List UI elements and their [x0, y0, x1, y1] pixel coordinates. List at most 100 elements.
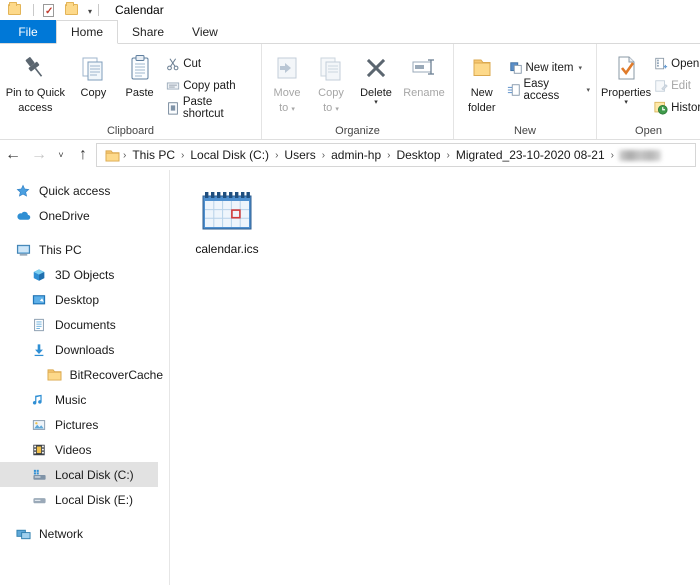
organize-group-label: Organize	[335, 125, 380, 137]
ribbon-group-new: New folder New item ▾ Easy access ▾ New	[454, 44, 597, 139]
properties-icon[interactable]: ✓	[43, 3, 57, 17]
properties-caret-icon[interactable]: ▾	[624, 99, 628, 106]
pin-to-quick-access-label-1: Pin to Quick	[5, 87, 66, 99]
new-item-button[interactable]: New item ▾	[506, 57, 597, 79]
easy-access-button[interactable]: Easy access ▾	[506, 78, 597, 102]
sidebar-item-music[interactable]: Music	[0, 387, 169, 412]
breadcrumb[interactable]: › This PC › Local Disk (C:) › Users › ad…	[96, 143, 696, 167]
properties-label: Properties	[601, 87, 652, 99]
sidebar-label: Downloads	[55, 342, 115, 357]
monitor-icon	[14, 243, 32, 257]
sidebar-label: Music	[55, 392, 87, 407]
properties-icon	[611, 52, 641, 84]
new-folder-label-1: New	[470, 87, 493, 99]
new-group-label: New	[513, 125, 536, 137]
breadcrumb-item-users[interactable]: Users	[279, 148, 320, 162]
easy-access-caret-icon[interactable]: ▾	[586, 86, 590, 94]
sidebar-item-local-disk-e[interactable]: Local Disk (E:)	[0, 487, 169, 512]
breadcrumb-item-desktop[interactable]: Desktop	[391, 148, 445, 162]
sidebar-item-quick-access[interactable]: Quick access	[0, 178, 169, 203]
rename-label: Rename	[403, 87, 445, 99]
copy-path-button[interactable]: Copy path	[163, 75, 261, 97]
sidebar-item-desktop[interactable]: Desktop	[0, 287, 169, 312]
new-folder-label-2: folder	[467, 102, 496, 114]
edit-button[interactable]: Edit	[651, 75, 700, 97]
paste-button[interactable]: Paste	[116, 48, 163, 99]
sidebar-item-downloads[interactable]: Downloads	[0, 337, 169, 362]
title-divider	[98, 4, 100, 16]
sidebar-label: Local Disk (E:)	[55, 492, 134, 507]
title-bar: ✓ ▾ Calendar	[0, 0, 700, 20]
copy-icon	[78, 52, 108, 84]
new-item-caret-icon[interactable]: ▾	[578, 64, 582, 72]
sidebar-item-pictures[interactable]: Pictures	[0, 412, 169, 437]
cube-icon	[30, 268, 48, 282]
delete-label: Delete	[360, 87, 392, 99]
new-folder-button[interactable]: New folder	[458, 48, 506, 114]
new-folder-icon[interactable]	[65, 2, 79, 17]
easy-access-label: Easy access	[523, 78, 560, 102]
copy-to-icon	[316, 52, 346, 84]
tab-share[interactable]: Share	[118, 20, 178, 43]
move-to-label-1: Move	[273, 87, 301, 99]
breadcrumb-item-migrated[interactable]: Migrated_23-10-2020 08-21	[451, 148, 610, 162]
new-small-commands: New item ▾ Easy access ▾	[506, 48, 597, 102]
delete-button[interactable]: Delete ▾	[353, 48, 399, 106]
calendar-file-icon	[201, 190, 253, 234]
tab-home[interactable]: Home	[56, 20, 119, 44]
breadcrumb-item-admin-hp[interactable]: admin-hp	[326, 148, 386, 162]
list-item[interactable]: calendar.ics	[178, 184, 276, 292]
navigation-pane: Quick access OneDrive This PC 3D Objects…	[0, 170, 170, 585]
video-icon	[30, 443, 48, 457]
open-button[interactable]: Open	[651, 53, 700, 75]
breadcrumb-item-redacted[interactable]	[618, 149, 661, 161]
copy-to-button[interactable]: Copy to ▾	[309, 48, 353, 116]
sidebar-item-onedrive[interactable]: OneDrive	[0, 203, 169, 228]
rename-icon	[409, 52, 439, 84]
cut-button[interactable]: Cut	[163, 53, 261, 75]
documents-icon	[30, 318, 48, 332]
sidebar-item-local-disk-c[interactable]: Local Disk (C:)	[0, 462, 158, 487]
back-button[interactable]: ←	[0, 142, 26, 168]
cloud-icon	[14, 209, 32, 223]
history-button[interactable]: History	[651, 97, 700, 119]
file-explorer-window: ✓ ▾ Calendar File Home Share View Pin to…	[0, 0, 700, 587]
move-to-button[interactable]: Move to ▾	[265, 48, 309, 116]
new-item-icon	[506, 61, 526, 75]
move-to-icon	[272, 52, 302, 84]
sidebar-item-documents[interactable]: Documents	[0, 312, 169, 337]
up-button[interactable]: ↑	[70, 142, 96, 168]
sidebar-label: BitRecoverCache	[69, 367, 163, 382]
ribbon-group-clipboard: Pin to Quick access Copy Paste Cut Copy …	[0, 44, 262, 139]
rename-button[interactable]: Rename	[399, 48, 449, 99]
delete-caret-icon[interactable]: ▾	[374, 99, 378, 106]
folder-icon[interactable]	[8, 2, 22, 17]
sidebar-label: Local Disk (C:)	[55, 467, 134, 482]
recent-locations-button[interactable]: ˅	[52, 142, 70, 168]
pin-to-quick-access-button[interactable]: Pin to Quick access	[0, 48, 71, 114]
tab-view[interactable]: View	[178, 20, 232, 43]
copy-to-label-2: to ▾	[323, 102, 339, 114]
pin-to-quick-access-label-2: access	[18, 102, 53, 114]
ribbon: Pin to Quick access Copy Paste Cut Copy …	[0, 44, 700, 140]
download-arrow-icon	[30, 343, 48, 357]
sidebar-item-this-pc[interactable]: This PC	[0, 237, 169, 262]
music-note-icon	[30, 393, 48, 407]
properties-button[interactable]: Properties ▾	[601, 48, 651, 106]
open-icon	[651, 57, 671, 71]
tab-file[interactable]: File	[0, 20, 56, 43]
sidebar-item-3d-objects[interactable]: 3D Objects	[0, 262, 169, 287]
paste-shortcut-button[interactable]: Paste shortcut	[163, 96, 261, 120]
paste-icon	[125, 52, 155, 84]
forward-button[interactable]: →	[26, 142, 52, 168]
window-title: Calendar	[115, 3, 164, 17]
copy-button[interactable]: Copy	[71, 48, 116, 99]
paste-shortcut-icon	[163, 101, 183, 115]
sidebar-item-videos[interactable]: Videos	[0, 437, 169, 462]
sidebar-item-network[interactable]: Network	[0, 521, 169, 546]
sidebar-item-bitrecovercache[interactable]: BitRecoverCache	[0, 362, 169, 387]
customize-qat-icon[interactable]: ▾	[88, 7, 92, 16]
breadcrumb-item-this-pc[interactable]: This PC	[127, 148, 180, 162]
breadcrumb-item-local-disk-c[interactable]: Local Disk (C:)	[185, 148, 274, 162]
file-list-pane[interactable]: calendar.ics	[170, 170, 700, 585]
